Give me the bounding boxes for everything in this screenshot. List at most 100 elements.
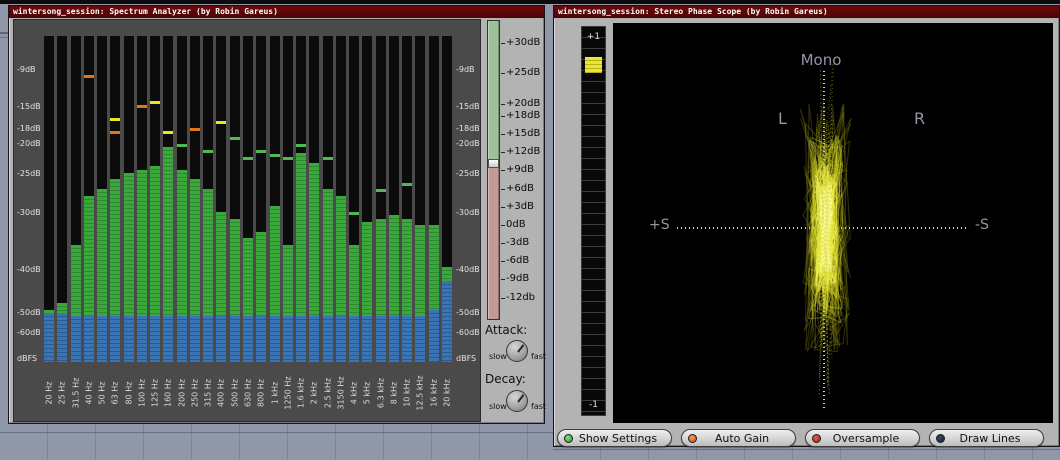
gain-slider-handle[interactable] (488, 159, 499, 169)
spectrum-window-titlebar[interactable]: wintersong_session: Spectrum Analyzer (b… (9, 6, 544, 18)
spectrum-bar (83, 36, 94, 362)
button-show-settings[interactable]: Show Settings (557, 429, 672, 447)
freq-label: 40 Hz (84, 381, 94, 405)
spectrum-bar (216, 36, 227, 362)
freq-label: 63 Hz (110, 381, 120, 405)
gain-scale-tick (501, 188, 505, 190)
gain-scale-tick (501, 297, 505, 299)
spectrum-bar (269, 36, 280, 362)
button-label: Auto Gain (714, 431, 770, 445)
editor-grid-bottom-left (0, 424, 553, 460)
button-draw-lines[interactable]: Draw Lines (929, 429, 1044, 447)
editor-grid-left (0, 4, 8, 425)
gain-scale-tick (501, 73, 505, 75)
peak-hold-marker (163, 130, 174, 134)
gain-scale-tick (501, 115, 505, 117)
gain-scale-tick (501, 279, 505, 281)
meter-top-label: +1 (586, 32, 601, 42)
gain-scale-tick (501, 224, 505, 226)
freq-label: 5 kHz (362, 381, 372, 405)
db-scale-label: -60dB (456, 327, 480, 337)
gain-scale-label: 0dB (506, 218, 526, 230)
freq-label: 20 Hz (44, 381, 54, 405)
freq-label: 50 Hz (97, 381, 107, 405)
top-edge-strip (0, 0, 1060, 4)
gain-scale-label: +12dB (506, 146, 541, 157)
db-scale-label: dBFS (456, 353, 477, 363)
button-oversample[interactable]: Oversample (805, 429, 920, 447)
freq-label: 20 kHz (442, 379, 452, 407)
spectrum-bar (362, 36, 373, 362)
spectrum-bar (309, 36, 320, 362)
gain-scale-label: +6dB (506, 182, 534, 194)
button-label: Show Settings (578, 431, 658, 445)
peak-hold-marker (375, 189, 386, 193)
led-indicator (564, 433, 573, 443)
gain-scale-label: -6dB (506, 255, 530, 267)
button-row: Show Settings Auto Gain Oversample Draw Lin… (554, 429, 1059, 448)
freq-label: 400 Hz (216, 378, 226, 408)
attack-knob[interactable] (506, 340, 528, 362)
peak-hold-marker (110, 117, 121, 121)
peak-hold-marker (216, 121, 227, 125)
freq-label: 200 Hz (177, 378, 187, 408)
spectrum-bar (110, 36, 121, 362)
peak-hold-marker (229, 137, 240, 141)
phase-scope-window: wintersong_session: Stereo Phase Scope (… (553, 5, 1060, 447)
spectrum-bar (136, 36, 147, 362)
db-scale-label: -25dB (17, 168, 41, 178)
peak-hold-marker (110, 130, 121, 134)
db-scale-label: -18dB (17, 123, 41, 133)
spectrum-bar (163, 36, 174, 362)
button-label: Draw Lines (959, 431, 1021, 445)
peak-hold-marker (269, 153, 280, 157)
freq-label: 3150 Hz (336, 376, 346, 410)
decay-knob[interactable] (506, 390, 528, 412)
freq-label: 100 Hz (137, 378, 147, 408)
gain-scale-label: +30dB (506, 37, 541, 49)
freq-label: 80 Hz (124, 381, 134, 405)
spectrum-bar (335, 36, 346, 362)
freq-label: 1 kHz (270, 381, 280, 405)
db-scale-label: -40dB (456, 265, 480, 275)
gain-scale-tick (501, 170, 505, 172)
gain-scale-label: +9dB (506, 164, 534, 176)
correlation-meter: +1 -1 (581, 26, 606, 416)
gain-scale-tick (501, 134, 505, 135)
gain-scale-label: -9dB (506, 273, 530, 285)
phase-trace (800, 60, 852, 398)
freq-label: 6.3 kHz (376, 377, 386, 409)
decay-fast-label: fast (531, 402, 547, 411)
peak-hold-marker (203, 150, 214, 154)
spectrum-bar (388, 36, 399, 362)
freq-labels: 20 Hz 25 Hz 31.5 Hz 40 Hz 50 Hz 63 Hz 80 Hz 100… (44, 366, 452, 420)
button-label: Oversample (832, 431, 900, 445)
gain-slider[interactable] (487, 20, 500, 320)
freq-label: 10 kHz (402, 379, 412, 407)
peak-hold-marker (176, 143, 187, 147)
gain-scale-label: +25dB (506, 67, 541, 79)
editor-grid-bottom-right (553, 447, 1060, 460)
gain-scale-tick (501, 206, 505, 208)
db-scale-label: -9dB (456, 64, 475, 74)
db-scale-label: -15dB (17, 102, 41, 112)
db-scale-label: -30dB (456, 208, 480, 218)
freq-label: 8 kHz (389, 381, 399, 405)
peak-hold-marker (349, 212, 360, 216)
freq-label: 315 Hz (203, 378, 213, 408)
phase-window-titlebar[interactable]: wintersong_session: Stereo Phase Scope (… (554, 6, 1059, 18)
meter-level-segment (585, 57, 602, 73)
spectrum-bar (44, 36, 54, 362)
button-auto-gain[interactable]: Auto Gain (681, 429, 796, 447)
db-scale-label: -60dB (17, 327, 41, 337)
peak-hold-marker (189, 127, 200, 131)
peak-hold-marker (136, 104, 147, 108)
gain-scale-tick (501, 242, 505, 244)
spectrum-bar (57, 36, 68, 362)
db-scale-label: -18dB (456, 123, 480, 133)
gain-scale-tick (501, 152, 505, 153)
decay-label: Decay: (485, 372, 526, 386)
meter-bottom-label: -1 (589, 400, 598, 410)
peak-hold-marker (242, 156, 253, 160)
gain-scale-label: +20dB (506, 97, 541, 109)
